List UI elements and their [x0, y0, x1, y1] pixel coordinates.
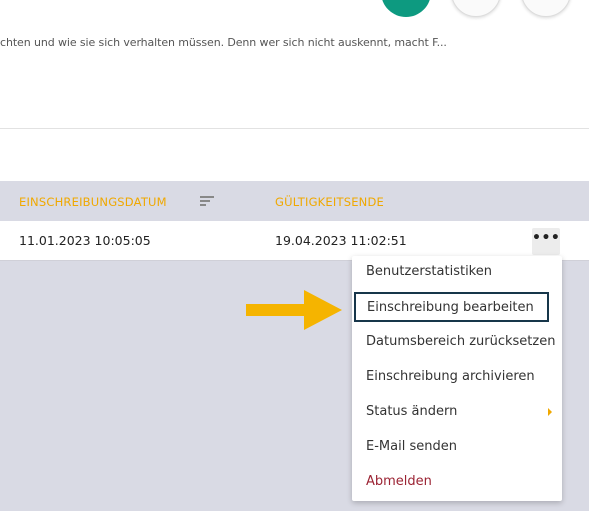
- primary-action-button[interactable]: [381, 0, 431, 17]
- column-header-enrollment-date[interactable]: EINSCHREIBUNGSDATUM: [19, 195, 167, 209]
- menu-item-unenroll[interactable]: Abmelden: [352, 467, 562, 497]
- submenu-arrow-icon: [548, 408, 552, 416]
- tertiary-action-button[interactable]: [521, 0, 571, 17]
- menu-item-send-email[interactable]: E-Mail senden: [352, 432, 562, 462]
- menu-item-archive-enrollment[interactable]: Einschreibung archivieren: [352, 362, 562, 392]
- menu-item-reset-date-range[interactable]: Datumsbereich zurücksetzen: [352, 327, 562, 357]
- menu-item-change-status[interactable]: Status ändern: [352, 397, 562, 427]
- menu-item-edit-enrollment[interactable]: Einschreibung bearbeiten: [354, 292, 549, 322]
- divider: [0, 128, 589, 129]
- row-context-menu: Benutzerstatistiken Einschreibung bearbe…: [352, 256, 562, 501]
- table-header: EINSCHREIBUNGSDATUM GÜLTIGKEITSENDE: [0, 181, 589, 221]
- more-options-icon[interactable]: •••: [532, 228, 560, 255]
- course-description: chten und wie sie sich verhalten müssen.…: [0, 36, 447, 49]
- sort-icon[interactable]: [200, 196, 214, 206]
- cell-valid-until: 19.04.2023 11:02:51: [275, 233, 407, 248]
- pointer-arrow-icon: [246, 290, 342, 330]
- menu-item-change-status-label: Status ändern: [366, 404, 458, 419]
- column-header-valid-until[interactable]: GÜLTIGKEITSENDE: [275, 195, 384, 209]
- table-row: 11.01.2023 10:05:05 19.04.2023 11:02:51 …: [0, 221, 589, 261]
- cell-enrollment-date: 11.01.2023 10:05:05: [19, 233, 151, 248]
- menu-item-user-statistics[interactable]: Benutzerstatistiken: [352, 257, 562, 287]
- secondary-action-button[interactable]: [451, 0, 501, 17]
